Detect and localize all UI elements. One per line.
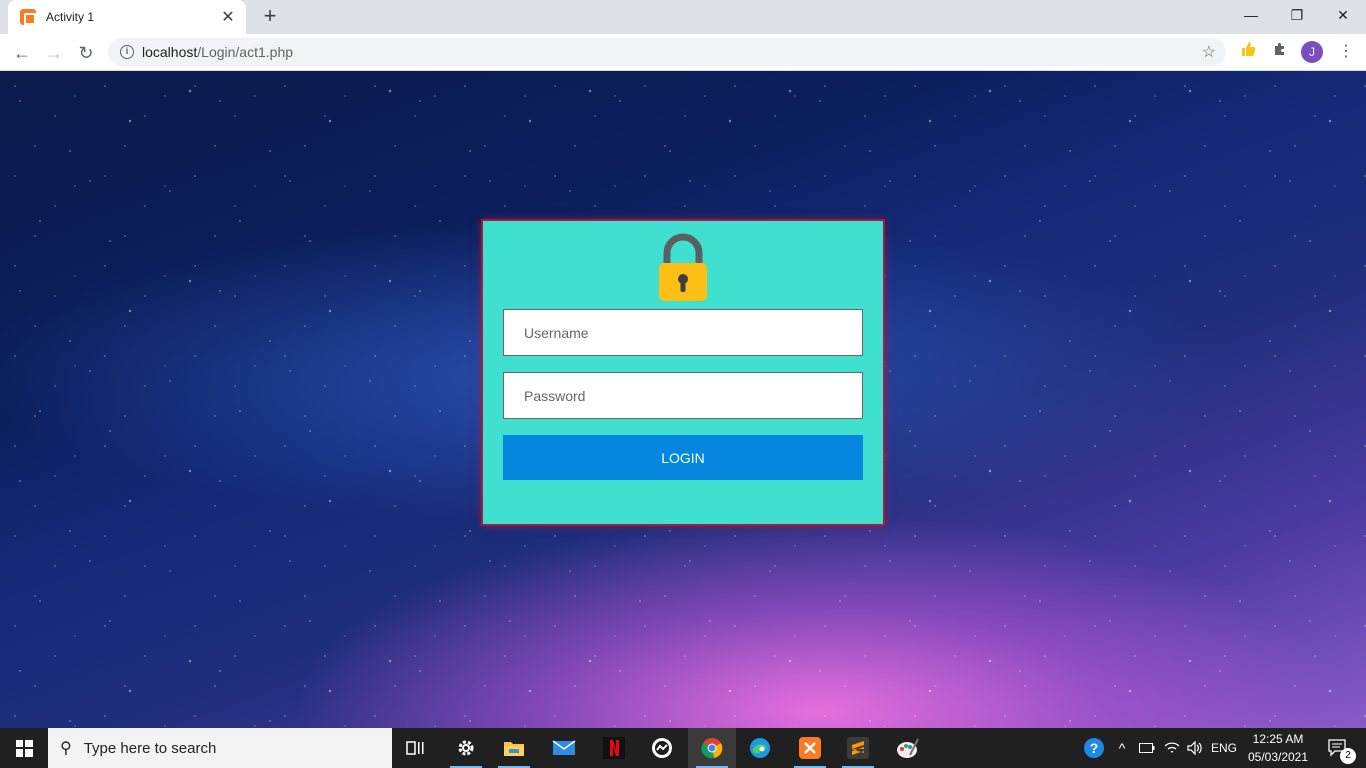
help-tray-icon[interactable]: ?: [1080, 728, 1108, 768]
url-path: /Login/act1.php: [197, 44, 294, 60]
login-button[interactable]: LOGIN: [503, 435, 863, 480]
url-text: localhost/Login/act1.php: [142, 44, 293, 60]
reload-button[interactable]: ↻: [72, 39, 100, 67]
notification-count-badge: 2: [1340, 748, 1356, 764]
bookmark-star-icon[interactable]: ☆: [1202, 42, 1216, 62]
minimize-button[interactable]: —: [1228, 0, 1274, 30]
profile-avatar[interactable]: J: [1301, 41, 1323, 63]
taskbar-search[interactable]: ⚲ Type here to search: [48, 728, 392, 768]
svg-text:?: ?: [1090, 740, 1099, 756]
edge-icon[interactable]: [736, 728, 784, 768]
settings-gear-icon[interactable]: [442, 728, 490, 768]
mail-icon[interactable]: [540, 728, 588, 768]
url-host: localhost: [142, 44, 198, 60]
battery-icon[interactable]: [1136, 728, 1158, 768]
new-tab-button[interactable]: +: [258, 5, 282, 29]
username-input[interactable]: [504, 310, 862, 355]
browser-menu-icon[interactable]: ⋮: [1336, 40, 1356, 64]
messenger-icon[interactable]: [638, 728, 686, 768]
chrome-icon[interactable]: [688, 728, 736, 768]
password-field[interactable]: [503, 372, 863, 419]
sublime-text-icon[interactable]: [834, 728, 882, 768]
extensions-puzzle-icon[interactable]: [1269, 41, 1291, 63]
password-input[interactable]: [504, 373, 862, 418]
search-icon: ⚲: [60, 740, 72, 757]
username-field[interactable]: [503, 309, 863, 356]
browser-toolbar: ← → ↻ i localhost/Login/act1.php ☆ J ⋮: [0, 34, 1366, 71]
site-info-icon[interactable]: i: [120, 45, 134, 59]
netflix-icon[interactable]: [590, 728, 638, 768]
browser-tab-strip: Activity 1 ✕ + — ❐ ✕: [0, 0, 1366, 34]
task-view-icon[interactable]: [392, 728, 440, 768]
search-placeholder: Type here to search: [83, 739, 217, 757]
show-hidden-icons-chevron-icon[interactable]: ^: [1112, 728, 1132, 768]
file-explorer-icon[interactable]: [490, 728, 538, 768]
system-clock[interactable]: 12:25 AM 05/03/2021: [1240, 730, 1316, 766]
xampp-icon[interactable]: [786, 728, 834, 768]
padlock-icon: [659, 233, 707, 301]
language-indicator[interactable]: ENG: [1208, 728, 1240, 768]
thumbs-up-extension-icon[interactable]: [1237, 41, 1259, 63]
clock-time: 12:25 AM: [1252, 732, 1304, 746]
paint-icon[interactable]: [884, 728, 932, 768]
close-window-button[interactable]: ✕: [1320, 0, 1366, 30]
login-card: LOGIN: [483, 221, 883, 524]
tab-title: Activity 1: [46, 10, 95, 24]
volume-icon[interactable]: [1184, 728, 1206, 768]
windows-logo-icon: [15, 739, 33, 757]
clock-date: 05/03/2021: [1247, 750, 1309, 764]
start-button[interactable]: [0, 728, 48, 768]
action-center-icon[interactable]: 2: [1318, 728, 1358, 768]
tab-close-icon[interactable]: ✕: [220, 7, 236, 27]
wifi-icon[interactable]: [1160, 728, 1184, 768]
forward-button[interactable]: →: [40, 39, 68, 67]
tab-activity-1[interactable]: Activity 1 ✕: [8, 0, 246, 34]
back-button[interactable]: ←: [8, 39, 36, 67]
xampp-favicon-icon: [20, 9, 36, 25]
page-viewport: LOGIN: [0, 71, 1366, 728]
restore-button[interactable]: ❐: [1274, 0, 1320, 30]
windows-taskbar: ⚲ Type here to search ? ^ ENG 12:25 AM 0…: [0, 728, 1366, 768]
address-bar[interactable]: i localhost/Login/act1.php ☆: [108, 38, 1226, 66]
